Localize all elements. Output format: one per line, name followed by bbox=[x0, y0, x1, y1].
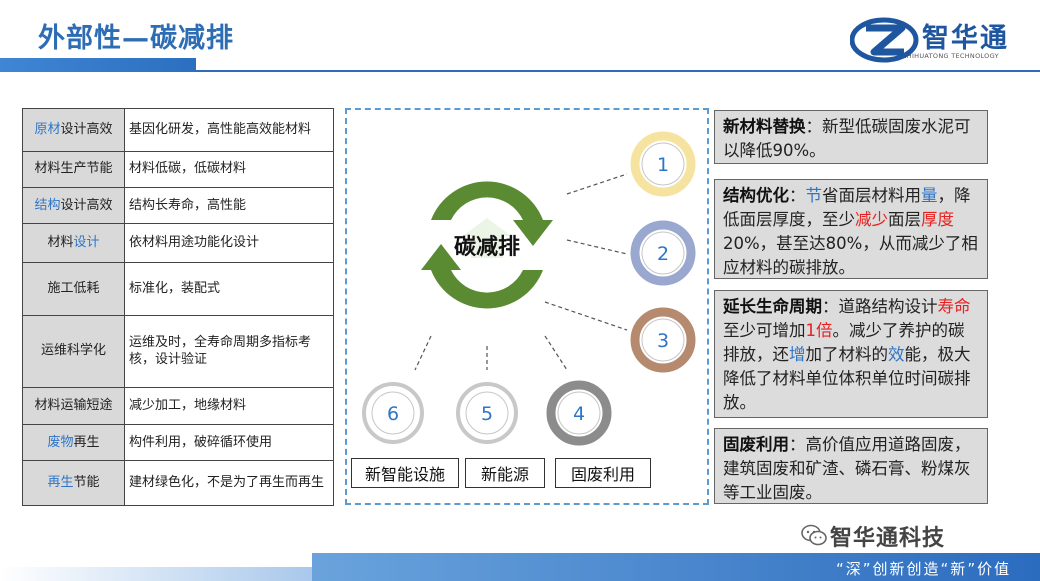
circle-3-label: 3 bbox=[657, 330, 669, 352]
measure-name-part: 再生 bbox=[47, 475, 74, 491]
measure-name-cell: 再生节能 bbox=[22, 460, 125, 506]
wechat-icon bbox=[801, 524, 827, 546]
measure-name-part: 再生 bbox=[73, 434, 100, 450]
measure-name-cell: 运维科学化 bbox=[22, 314, 125, 389]
header-divider bbox=[196, 70, 1040, 72]
measure-name-part: 设计高效 bbox=[60, 197, 113, 213]
measure-name-part: 废物 bbox=[47, 434, 74, 450]
measure-name-part: 设计 bbox=[73, 235, 100, 251]
note-new-material: 新材料替换：新型低碳固废水泥可以降低90%。 bbox=[714, 110, 988, 164]
center-label: 碳减排 bbox=[454, 234, 520, 260]
measure-detail-cell: 减少加工，地缘材料 bbox=[124, 387, 334, 425]
table-row: 废物再生 构件利用，破碎循环使用 bbox=[22, 423, 334, 462]
circle-4: 4 bbox=[546, 380, 612, 446]
measure-name-part: 施工低耗 bbox=[47, 280, 100, 296]
note-extend-lifecycle: 延长生命周期：道路结构设计寿命至少可增加1倍。减少了养护的碳排放，还增加了材料的… bbox=[714, 290, 988, 418]
circle-5: 5 bbox=[456, 382, 518, 444]
note-text-segment: 至少可增加 bbox=[723, 320, 806, 340]
note-text-segment: 延长生命周期 bbox=[723, 297, 822, 316]
circle-2-label: 2 bbox=[657, 243, 669, 265]
circle-5-label: 5 bbox=[481, 403, 493, 425]
note-text-segment: 结构优化 bbox=[723, 186, 789, 205]
note-text-segment: 1倍 bbox=[805, 320, 833, 340]
table-row: 再生节能 建材绿色化，不是为了再生而再生 bbox=[22, 460, 334, 506]
note-text-segment: 新材料 bbox=[723, 117, 773, 136]
measure-name-part: 原材 bbox=[34, 121, 61, 137]
measure-detail-cell: 依材料用途功能化设计 bbox=[124, 223, 334, 263]
note-text-segment: 固废利用 bbox=[723, 435, 789, 454]
measure-name-cell: 原材设计高效 bbox=[22, 108, 125, 152]
circle-4-label: 4 bbox=[573, 403, 585, 425]
table-row: 施工低耗 标准化，装配式 bbox=[22, 261, 334, 316]
tag-solid-waste: 固废利用 bbox=[555, 458, 651, 488]
table-row: 原材设计高效 基因化研发，高性能高效能材料 bbox=[22, 108, 334, 152]
logo-text: 智华通 bbox=[922, 23, 1009, 54]
table-row: 运维科学化 运维及时，全寿命周期多指标考核，设计验证 bbox=[22, 314, 334, 389]
measure-name-part: 结构 bbox=[34, 197, 61, 213]
measure-detail-cell: 构件利用，破碎循环使用 bbox=[124, 423, 334, 462]
table-row: 材料生产节能 材料低碳，低碳材料 bbox=[22, 150, 334, 188]
measure-name-part: 材料生产节能 bbox=[34, 161, 113, 177]
tag-new-smart-facilities: 新智能设施 bbox=[351, 458, 459, 488]
measure-detail-cell: 材料低碳，低碳材料 bbox=[124, 150, 334, 188]
footer-gradient bbox=[0, 567, 312, 581]
measure-name-cell: 材料设计 bbox=[22, 223, 125, 263]
circle-1-label: 1 bbox=[657, 154, 669, 176]
note-text-segment: ：道路结构设计 bbox=[822, 297, 938, 316]
measure-name-part: 运维科学化 bbox=[40, 343, 106, 359]
logo-subtitle: ZHIHUATONG TECHNOLOGY bbox=[902, 52, 999, 60]
circle-2: 2 bbox=[630, 220, 696, 286]
note-text-segment: 面层 bbox=[888, 209, 921, 229]
note-text-segment: 寿命 bbox=[937, 297, 971, 316]
measure-detail-cell: 标准化，装配式 bbox=[124, 261, 334, 316]
note-text-segment: 厚度 bbox=[921, 209, 954, 229]
watermark-text: 智华通科技 bbox=[830, 526, 946, 551]
measure-name-cell: 材料运输短途 bbox=[22, 387, 125, 425]
note-text-segment: 减少 bbox=[855, 209, 888, 229]
measure-detail-cell: 运维及时，全寿命周期多指标考核，设计验证 bbox=[124, 314, 334, 389]
measure-name-cell: 结构设计高效 bbox=[22, 186, 125, 225]
measure-name-cell: 材料生产节能 bbox=[22, 150, 125, 188]
circle-3: 3 bbox=[630, 307, 696, 373]
measure-detail-cell: 建材绿色化，不是为了再生而再生 bbox=[124, 460, 334, 506]
note-text-segment: 节 bbox=[805, 186, 823, 205]
measure-name-cell: 废物再生 bbox=[22, 423, 125, 462]
table-row: 结构设计高效 结构长寿命，高性能 bbox=[22, 186, 334, 225]
measure-name-part: 设计高效 bbox=[60, 121, 113, 137]
note-text-segment: 增 bbox=[789, 344, 806, 364]
measure-detail-cell: 基因化研发，高性能高效能材料 bbox=[124, 108, 334, 152]
table-row: 材料运输短途 减少加工，地缘材料 bbox=[22, 387, 334, 425]
note-structure-optimization: 结构优化：节省面层材料用量，降低面层厚度，至少减少面层厚度20%，甚至达80%，… bbox=[714, 179, 988, 279]
note-text-segment: ： bbox=[789, 186, 806, 205]
carbon-reduction-diagram: 碳减排 1 2 3 4 5 6 bbox=[362, 131, 696, 446]
circle-6: 6 bbox=[362, 382, 424, 444]
measure-name-part: 材料 bbox=[47, 235, 74, 251]
note-text-segment: 省面层材料用 bbox=[822, 186, 921, 205]
measure-name-part: 节能 bbox=[73, 475, 100, 491]
page-title: 外部性—碳减排 bbox=[38, 23, 234, 54]
note-text-segment: 替换 bbox=[772, 117, 806, 136]
measure-name-part: 材料运输短途 bbox=[34, 398, 113, 414]
header-accent-bar bbox=[0, 58, 196, 72]
note-text-segment: 加了材料的 bbox=[805, 344, 889, 364]
circle-6-label: 6 bbox=[387, 403, 399, 425]
measure-name-cell: 施工低耗 bbox=[22, 261, 125, 316]
tag-new-energy: 新能源 bbox=[465, 458, 545, 488]
note-solid-waste-use: 固废利用：高价值应用道路固废，建筑固废和矿渣、磷石膏、粉煤灰等工业固废。 bbox=[714, 428, 988, 504]
footer-slogan: “深”创新创造“新”价值 bbox=[836, 560, 1012, 578]
note-text-segment: 20%，甚至达80%，从而减少了相应材料的碳排放。 bbox=[723, 233, 978, 277]
circle-1: 1 bbox=[630, 131, 696, 197]
note-text-segment: 量 bbox=[921, 186, 938, 205]
measures-table: 原材设计高效 基因化研发，高性能高效能材料 材料生产节能 材料低碳，低碳材料 结构设计高… bbox=[22, 108, 334, 506]
measure-detail-cell: 结构长寿命，高性能 bbox=[124, 186, 334, 225]
note-text-segment: 效 bbox=[888, 344, 905, 364]
table-row: 材料设计 依材料用途功能化设计 bbox=[22, 223, 334, 263]
